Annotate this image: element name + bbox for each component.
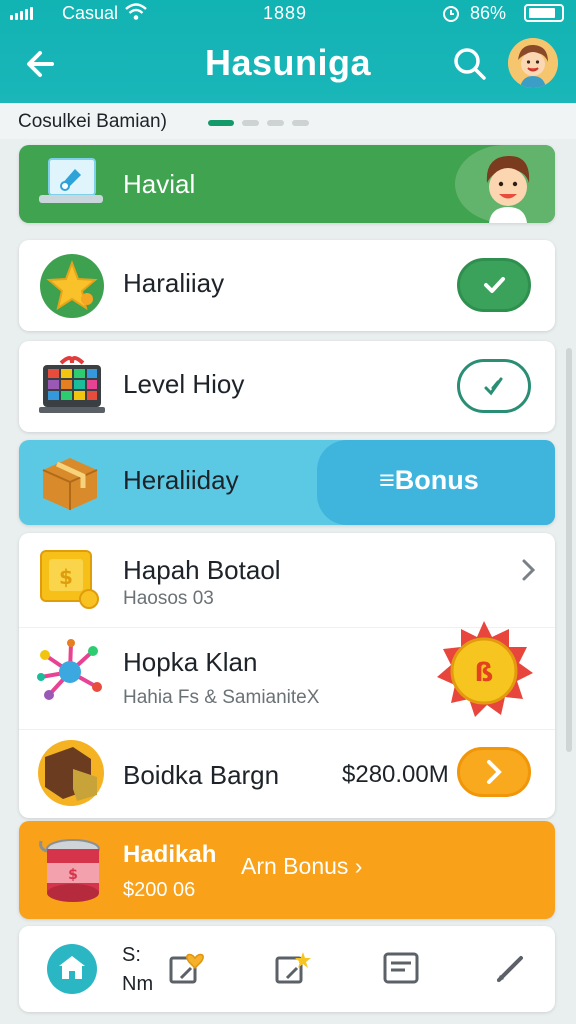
battery-percent: 86%: [470, 3, 507, 23]
status-time: 1889: [263, 3, 308, 23]
page-dot[interactable]: [242, 120, 259, 126]
home-icon[interactable]: [47, 944, 97, 994]
bonus-row-label: Heraliiday: [123, 465, 239, 495]
wifi-icon: [124, 2, 148, 27]
search-icon[interactable]: [452, 46, 488, 82]
bonus-button-label[interactable]: ≡Bonus: [379, 465, 479, 496]
holiday-label: Haraliiay: [123, 268, 225, 298]
offers-list: $ Hapah Botaol Haosos 03 Hopka Klan Hahi…: [19, 533, 555, 818]
chest-icon: [37, 739, 105, 812]
alarm-icon: [440, 2, 462, 29]
promo-bonus-link[interactable]: Arn Bonus ›: [241, 853, 362, 880]
scrollbar[interactable]: [566, 348, 572, 752]
sun-badge-icon[interactable]: ß: [431, 617, 537, 728]
carrier-name: Casual: [62, 3, 119, 23]
level-row[interactable]: Level Hioy: [19, 341, 555, 432]
page-dot[interactable]: [292, 120, 309, 126]
laptop-icon: [35, 157, 105, 218]
check-icon: [484, 277, 505, 293]
divider: [19, 729, 555, 730]
battery-icon: [524, 4, 564, 22]
price-value: $280.00M: [342, 761, 449, 788]
double-check-icon: [484, 377, 503, 396]
bottom-nav: S: Nm: [19, 926, 555, 1012]
sub-header: Cosulkei Bamian): [0, 103, 576, 139]
user-avatar[interactable]: [508, 38, 558, 88]
gift-tablet-icon: [39, 353, 105, 420]
pencil-icon[interactable]: [491, 948, 531, 988]
can-icon: $: [37, 835, 105, 910]
promo-card[interactable]: $ Hadikah Arn Bonus › $200 06: [19, 821, 555, 919]
svg-text:ß: ß: [475, 658, 494, 688]
app-header: Casual 1889 86% Hasuniga: [0, 0, 576, 103]
bonus-row[interactable]: Heraliiday ≡Bonus: [19, 440, 555, 525]
list-item-label: Hapah Botaol: [123, 555, 281, 585]
page-dot[interactable]: [267, 120, 284, 126]
chevron-right-icon[interactable]: [521, 557, 537, 590]
list-item-sublabel: Haosos 03: [123, 588, 214, 609]
section-title: Cosulkei Bamian): [18, 111, 167, 132]
svg-text:$: $: [68, 867, 78, 883]
svg-text:$: $: [59, 565, 73, 589]
level-toggle[interactable]: [457, 359, 531, 413]
page-dot-active[interactable]: [208, 120, 234, 126]
list-item-sublabel: Hahia Fs & SamianiteX: [123, 687, 320, 708]
molecule-icon: [35, 637, 105, 712]
arrow-right-icon[interactable]: [457, 747, 531, 797]
signal-icon: [10, 6, 33, 20]
list-item-label: Hopka Klan: [123, 647, 258, 677]
list-item-label: Boidka Bargn: [123, 760, 280, 790]
status-bar: Casual 1889 86%: [0, 0, 576, 28]
holiday-toggle[interactable]: [457, 258, 531, 312]
coin-card-icon: $: [37, 545, 103, 616]
promo-amount: $200 06: [123, 879, 196, 901]
level-label: Level Hioy: [123, 369, 245, 399]
notes-icon[interactable]: [381, 948, 421, 988]
page-title: Hasuniga: [204, 42, 372, 83]
nav-label-bottom: Nm: [122, 973, 154, 995]
back-arrow-icon[interactable]: [22, 44, 62, 84]
promo-label: Hadikah: [123, 841, 217, 868]
banner-card[interactable]: Havial: [19, 145, 555, 223]
star-share-icon[interactable]: [275, 948, 315, 988]
banner-label: Havial: [123, 169, 196, 199]
kid-avatar: [471, 149, 545, 223]
heart-share-icon[interactable]: [169, 948, 209, 988]
page-indicator[interactable]: [208, 120, 309, 126]
star-badge-icon: [39, 253, 105, 324]
holiday-row[interactable]: Haraliiay: [19, 240, 555, 331]
nav-label-top: S:: [122, 944, 141, 966]
package-icon: [37, 450, 103, 519]
